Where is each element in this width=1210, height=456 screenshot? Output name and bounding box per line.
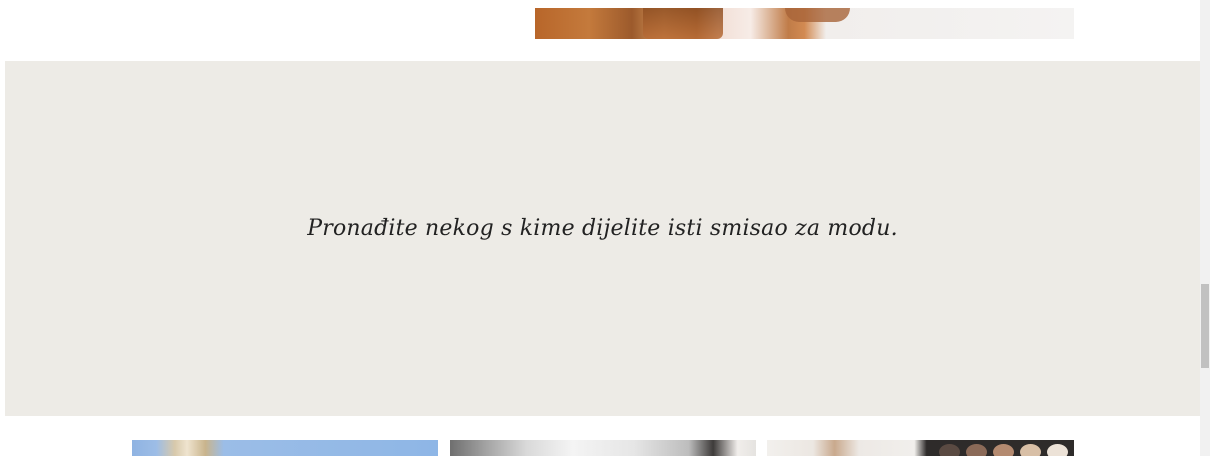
scrollbar-thumb[interactable] <box>1201 284 1209 368</box>
top-fashion-image <box>535 8 1074 39</box>
gallery-image-3[interactable] <box>767 440 1074 456</box>
quote-section: Pronađite nekog s kime dijelite isti smi… <box>5 61 1200 416</box>
quote-text: Pronađite nekog s kime dijelite isti smi… <box>307 216 898 241</box>
palette-swatch <box>966 444 987 456</box>
palette-swatch <box>1020 444 1041 456</box>
gallery-image-1[interactable] <box>132 440 438 456</box>
page-scrollbar[interactable] <box>1200 0 1210 456</box>
palette-swatch <box>993 444 1014 456</box>
image-detail <box>643 8 723 39</box>
palette-swatch <box>939 444 960 456</box>
palette-swatch <box>1047 444 1068 456</box>
image-detail <box>785 8 850 22</box>
image-gallery <box>132 440 1074 456</box>
gallery-image-2[interactable] <box>450 440 756 456</box>
